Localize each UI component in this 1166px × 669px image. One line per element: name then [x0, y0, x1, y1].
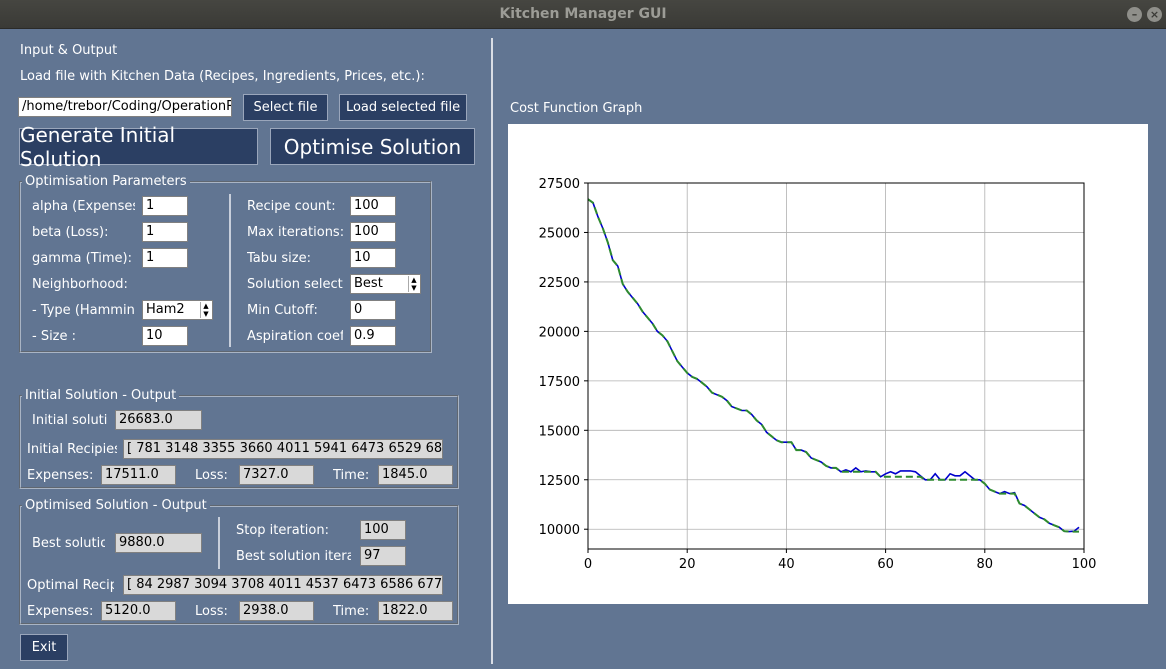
- cost-function-chart: 0 20 40 60 80 100 10000 12500 15000 17500 20000 225…: [539, 177, 1097, 572]
- aspiration-coeff-input[interactable]: 0.9: [350, 326, 396, 346]
- stop-iteration-value: 100: [360, 520, 406, 540]
- optimised-expenses-value: 5120.0: [101, 601, 176, 621]
- load-selected-file-button[interactable]: Load selected file: [339, 94, 467, 121]
- x-tick-label: 80: [977, 557, 994, 572]
- best-solution-iteration-label: Best solution iterati: [236, 549, 351, 564]
- stop-iteration-label: Stop iteration:: [236, 523, 329, 538]
- y-tick-label: 27500: [539, 177, 580, 192]
- optimised-loss-label: Loss:: [195, 604, 228, 619]
- aspiration-coeff-label: Aspiration coeff:: [247, 329, 343, 344]
- optimised-separator: [218, 517, 220, 569]
- y-tick-label: 12500: [539, 474, 580, 489]
- x-tick-label: 60: [877, 557, 894, 572]
- optimal-recipes-value: [ 84 2987 3094 3708 4011 4537 6473 6586 …: [123, 575, 443, 595]
- max-iterations-label: Max iterations:: [247, 225, 345, 240]
- beta-input[interactable]: 1: [142, 222, 188, 242]
- initial-expenses-value: 17511.0: [101, 465, 176, 485]
- y-tick-label: 25000: [539, 226, 580, 241]
- exit-button[interactable]: Exit: [20, 634, 68, 661]
- solution-selection-label: Solution selectic: [247, 277, 343, 292]
- x-tick-label: 0: [584, 557, 592, 572]
- beta-label: beta (Loss):: [32, 225, 109, 240]
- initial-recipes-label: Initial Recipies: [27, 442, 117, 457]
- optimised-solution-title: Optimised Solution - Output: [22, 498, 210, 513]
- initial-loss-value: 7327.0: [239, 465, 314, 485]
- spinbox-arrows-icon[interactable]: ▲ ▼: [200, 302, 211, 318]
- initial-solution-label: Initial solutic: [32, 413, 107, 428]
- solution-selection-spinbox[interactable]: Best ▲ ▼: [350, 274, 421, 294]
- best-solution-iteration-value: 97: [360, 546, 406, 566]
- y-tick-label: 10000: [539, 523, 580, 538]
- initial-time-value: 1845.0: [378, 465, 453, 485]
- cost-function-graph-label: Cost Function Graph: [510, 101, 643, 116]
- neighborhood-type-label: - Type (Hamming: [32, 303, 135, 318]
- best-solution-value: 9880.0: [115, 533, 202, 553]
- io-section-label: Input & Output: [20, 43, 118, 58]
- neighborhood-type-spinbox[interactable]: Ham2 ▲ ▼: [142, 300, 213, 320]
- initial-time-label: Time:: [333, 468, 370, 483]
- neighborhood-label: Neighborhood:: [32, 277, 128, 292]
- x-tick-label: 100: [1072, 557, 1097, 572]
- gamma-label: gamma (Time):: [32, 251, 132, 266]
- neighborhood-type-value: Ham2: [146, 302, 185, 317]
- recipe-count-input[interactable]: 100: [350, 196, 396, 216]
- max-iterations-input[interactable]: 100: [350, 222, 396, 242]
- window-titlebar: Kitchen Manager GUI – ×: [0, 0, 1166, 29]
- initial-loss-label: Loss:: [195, 468, 228, 483]
- window-title: Kitchen Manager GUI: [499, 6, 667, 22]
- best-solution-label: Best solutior: [32, 536, 105, 551]
- panel-divider[interactable]: [491, 38, 493, 664]
- y-tick-label: 15000: [539, 424, 580, 439]
- close-icon[interactable]: ×: [1147, 7, 1162, 22]
- initial-recipes-value: [ 781 3148 3355 3660 4011 5941 6473 6529…: [123, 439, 443, 459]
- select-file-button[interactable]: Select file: [243, 94, 328, 121]
- optimise-solution-button[interactable]: Optimise Solution: [270, 128, 475, 165]
- recipe-count-label: Recipe count:: [247, 199, 336, 214]
- tabu-size-label: Tabu size:: [247, 251, 311, 266]
- y-tick-label: 17500: [539, 375, 580, 390]
- optimised-time-label: Time:: [333, 604, 370, 619]
- optimised-loss-value: 2938.0: [239, 601, 314, 621]
- gamma-input[interactable]: 1: [142, 248, 188, 268]
- solution-selection-value: Best: [354, 276, 383, 291]
- initial-solution-value: 26683.0: [115, 410, 202, 430]
- load-file-label: Load file with Kitchen Data (Recipes, In…: [20, 69, 425, 84]
- best-cost-series-line: [587, 198, 1079, 533]
- neighborhood-size-label: - Size :: [32, 329, 77, 344]
- x-tick-label: 40: [778, 557, 795, 572]
- tabu-size-input[interactable]: 10: [350, 248, 396, 268]
- optimisation-parameters-title: Optimisation Parameters: [22, 174, 190, 189]
- alpha-label: alpha (Expenses): [32, 199, 135, 214]
- generate-initial-solution-button[interactable]: Generate Initial Solution: [19, 123, 258, 171]
- y-tick-label: 22500: [539, 276, 580, 291]
- optimised-time-value: 1822.0: [378, 601, 453, 621]
- current-cost-series-line: [587, 198, 1080, 533]
- params-separator: [229, 194, 231, 347]
- file-path-input[interactable]: /home/trebor/Coding/OperationResea: [18, 97, 232, 117]
- x-tick-label: 20: [679, 557, 696, 572]
- initial-solution-title: Initial Solution - Output: [22, 388, 180, 403]
- neighborhood-size-input[interactable]: 10: [142, 326, 188, 346]
- spinbox-arrows-icon[interactable]: ▲ ▼: [408, 276, 419, 292]
- minimize-icon[interactable]: –: [1127, 7, 1142, 22]
- optimised-expenses-label: Expenses:: [27, 604, 94, 619]
- y-tick-label: 20000: [539, 325, 580, 340]
- cost-function-graph: 0 20 40 60 80 100 10000 12500 15000 17500 20000 225…: [508, 124, 1148, 604]
- min-cutoff-input[interactable]: 0: [350, 300, 396, 320]
- min-cutoff-label: Min Cutoff:: [247, 303, 318, 318]
- optimal-recipes-label: Optimal Recipi: [27, 578, 114, 593]
- alpha-input[interactable]: 1: [142, 196, 188, 216]
- initial-expenses-label: Expenses:: [27, 468, 94, 483]
